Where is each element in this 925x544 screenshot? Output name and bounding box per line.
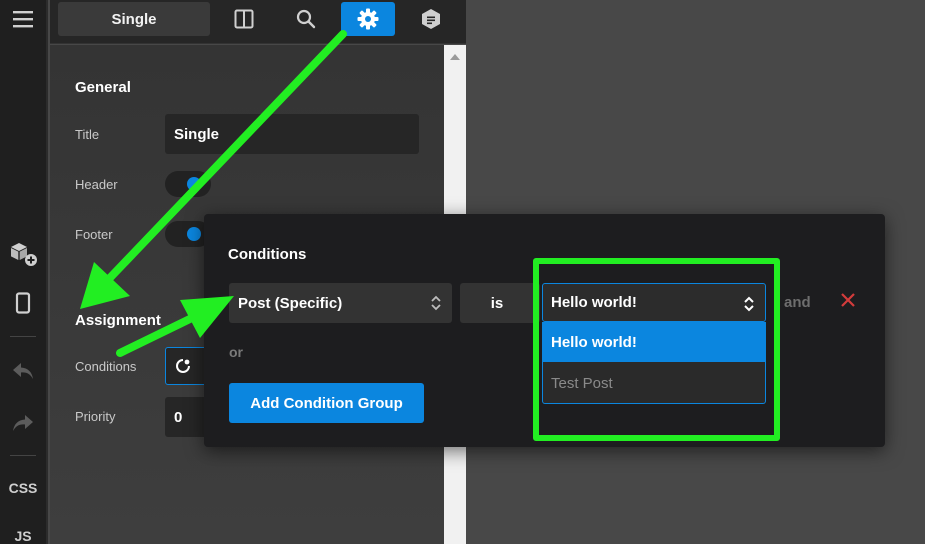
annotation-arrows xyxy=(80,30,347,357)
annotation-arrow xyxy=(102,30,347,286)
annotation-arrow xyxy=(116,312,200,357)
